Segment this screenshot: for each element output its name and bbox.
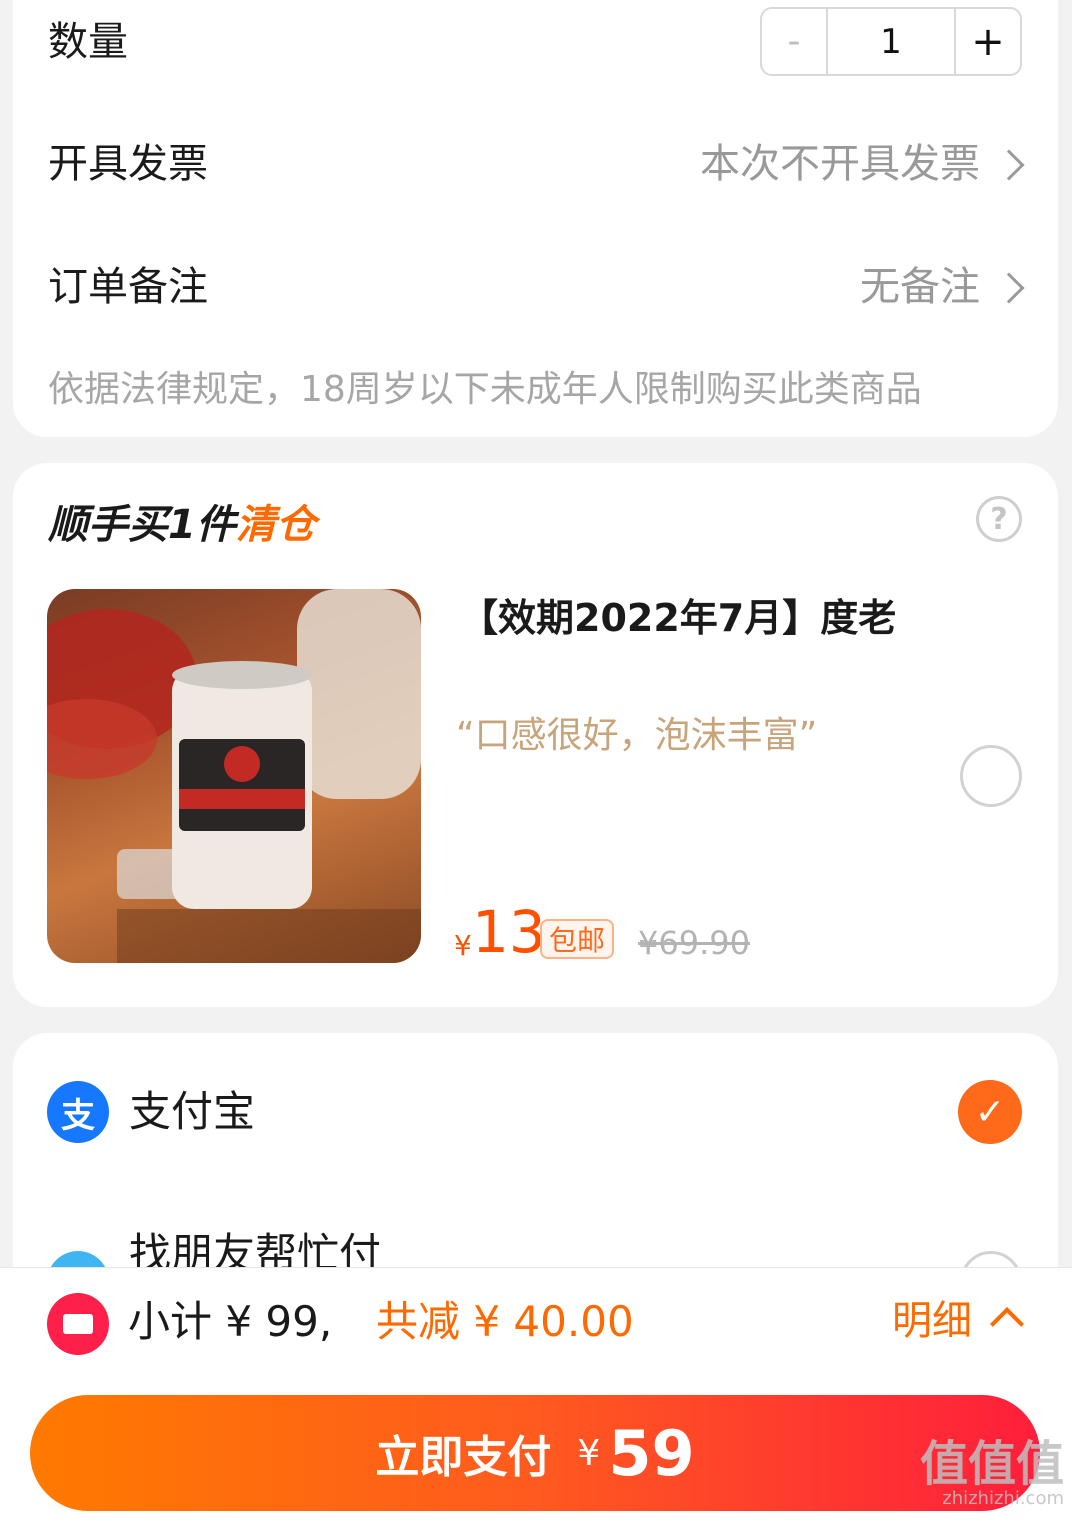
checkmark-icon[interactable]: ✓ (958, 1080, 1022, 1144)
quantity-stepper[interactable]: - 1 + (760, 7, 1022, 76)
watermark-url: zhizhizhi.com (942, 1488, 1064, 1509)
price-currency: ¥ (454, 929, 472, 962)
quantity-decrease-button[interactable]: - (762, 9, 828, 74)
discount-text: 共减 ¥ 40.00 (376, 1297, 634, 1346)
free-shipping-badge: 包邮 (540, 919, 615, 959)
legal-notice: 依据法律规定，18周岁以下未成年人限制购买此类商品 (48, 369, 922, 410)
chevron-up-icon[interactable] (990, 1307, 1024, 1341)
pay-now-label: 立即支付 (375, 1432, 552, 1483)
watermark-logo: 值值值 (919, 1436, 1064, 1492)
product-image[interactable] (47, 589, 421, 963)
invoice-label: 开具发票 (48, 141, 208, 187)
quantity-label: 数量 (48, 19, 128, 65)
coupon-icon (47, 1293, 109, 1355)
quantity-increase-button[interactable]: + (954, 9, 1020, 74)
order-note-value: 无备注 (860, 264, 980, 310)
order-options-card: 数量 - 1 + 开具发票 本次不开具发票 订单备注 无备注 依据法律规定，18… (13, 0, 1058, 437)
addon-title: 顺手买1件清仓 (48, 505, 316, 545)
pay-now-button[interactable]: 立即支付 ¥ 59 (30, 1395, 1040, 1511)
alipay-icon: 支 (47, 1081, 109, 1143)
addon-title-prefix: 顺手买1件 (48, 502, 236, 548)
addon-card: 顺手买1件清仓 ? 【效期2022年7月】度老 “口感很好，泡沫丰富” ¥ 13… (13, 463, 1058, 1007)
product-review-quote: “口感很好，泡沫丰富” (456, 715, 818, 756)
pay-currency: ¥ (577, 1432, 601, 1474)
quantity-value[interactable]: 1 (828, 9, 954, 74)
chevron-right-icon (993, 272, 1025, 304)
subtotal-text: 小计 ¥ 99, (128, 1297, 333, 1346)
original-price: ¥69.90 (638, 924, 750, 962)
details-toggle[interactable]: 明细 (892, 1301, 972, 1341)
payment-method-label: 支付宝 (129, 1087, 256, 1136)
price-value: 13 (472, 898, 546, 966)
pay-amount: 59 (608, 1416, 695, 1490)
chevron-right-icon (993, 149, 1025, 181)
addon-title-accent: 清仓 (235, 502, 316, 548)
checkout-bar: 小计 ¥ 99, 共减 ¥ 40.00 明细 立即支付 ¥ 59 (0, 1267, 1072, 1527)
product-name[interactable]: 【效期2022年7月】度老 (460, 599, 896, 637)
invoice-value: 本次不开具发票 (700, 141, 980, 187)
beer-can-illustration (47, 589, 421, 963)
help-icon[interactable]: ? (976, 496, 1022, 542)
price-row: ¥ 13 包邮 ¥69.90 (454, 903, 854, 963)
order-note-label: 订单备注 (48, 264, 208, 310)
addon-select-radio[interactable] (960, 745, 1022, 807)
watermark: 值值值 zhizhizhi.com (920, 1440, 1064, 1509)
